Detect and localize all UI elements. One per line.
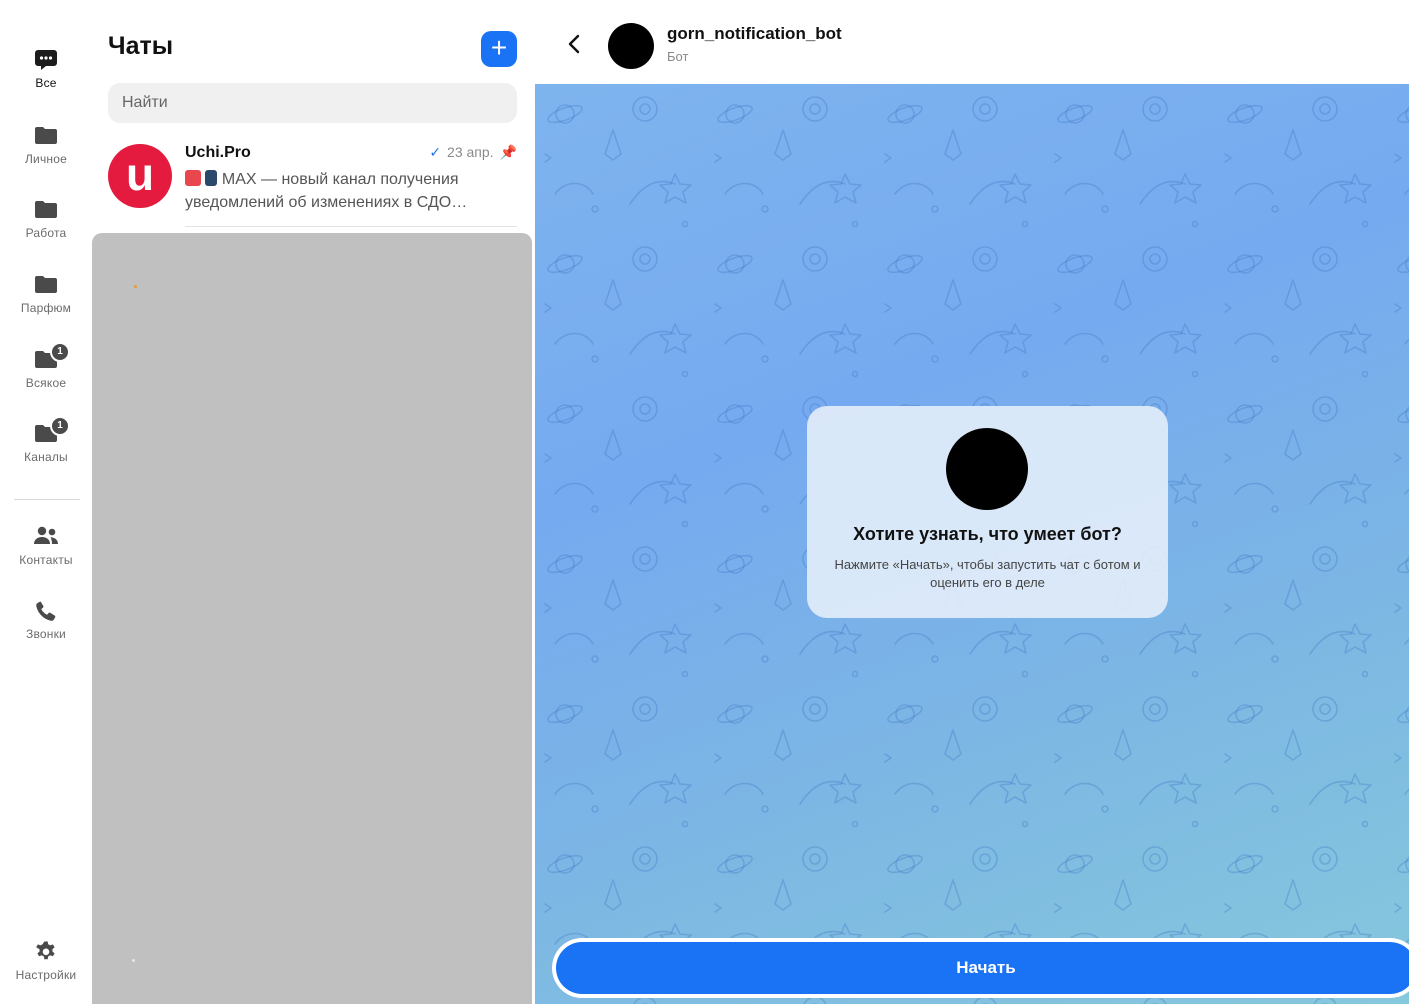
phone-icon bbox=[0, 599, 92, 625]
divider bbox=[185, 226, 517, 227]
chevron-left-icon bbox=[568, 34, 580, 54]
rail-item-settings[interactable]: Настройки bbox=[0, 940, 92, 982]
intro-text: Нажмите «Начать», чтобы запустить чат с … bbox=[834, 557, 1141, 590]
chat-list-item[interactable]: u Uchi.Pro ✓ 23 апр. 📌 MAX — новый канал п… bbox=[92, 130, 535, 226]
rail-item-contacts[interactable]: Контакты bbox=[0, 525, 92, 567]
folder-icon bbox=[0, 198, 92, 224]
rail-item-misc[interactable]: 1 Всякое bbox=[0, 342, 92, 390]
bot-intro-card: Хотите узнать, что умеет бот? Нажмите «Н… bbox=[807, 406, 1168, 618]
avatar: u bbox=[108, 144, 172, 208]
rail-label: Контакты bbox=[19, 553, 73, 567]
page-title: Чаты bbox=[108, 32, 174, 60]
chat-meta: ✓ 23 апр. 📌 bbox=[429, 144, 517, 161]
unread-badge: 1 bbox=[50, 342, 70, 362]
conversation-subtitle: Бот bbox=[667, 49, 689, 64]
rail-item-personal[interactable]: Личное bbox=[0, 124, 92, 166]
pin-icon: 📌 bbox=[499, 144, 517, 160]
rail-item-work[interactable]: Работа bbox=[0, 198, 92, 240]
rail-label: Каналы bbox=[24, 450, 68, 464]
rail-item-all[interactable]: Все bbox=[0, 48, 92, 90]
chat-name: Uchi.Pro bbox=[185, 144, 251, 161]
new-chat-button[interactable]: + bbox=[481, 31, 517, 67]
redacted-chat-list bbox=[92, 233, 532, 1004]
avatar[interactable] bbox=[608, 23, 654, 69]
chat-date: 23 апр. bbox=[447, 144, 494, 160]
chat-preview: MAX — новый канал получения уведомлений … bbox=[185, 168, 505, 214]
chat-preview-text: MAX — новый канал получения уведомлений … bbox=[185, 171, 468, 211]
rail-item-perfume[interactable]: Парфюм bbox=[0, 273, 92, 315]
folder-icon: 1 bbox=[0, 342, 92, 374]
rail-item-channels[interactable]: 1 Каналы bbox=[0, 416, 92, 464]
back-button[interactable] bbox=[563, 32, 587, 56]
contacts-icon bbox=[0, 525, 92, 551]
rail-label: Все bbox=[35, 76, 57, 90]
noise-dot bbox=[134, 285, 137, 288]
chat-list-panel: Чаты + u Uchi.Pro ✓ 23 апр. 📌 MAX — новый … bbox=[92, 0, 535, 1004]
avatar bbox=[946, 428, 1028, 510]
rail-label: Личное bbox=[24, 152, 67, 166]
folder-icon bbox=[0, 273, 92, 299]
conversation-header: gorn_notification_bot Бот bbox=[535, 0, 1409, 84]
phone-emoji-icon bbox=[205, 170, 218, 186]
intro-title: Хотите узнать, что умеет бот? bbox=[853, 524, 1122, 544]
chat-background: Хотите узнать, что умеет бот? Нажмите «Н… bbox=[535, 84, 1409, 1004]
rail-divider bbox=[14, 499, 80, 500]
unread-badge: 1 bbox=[50, 416, 70, 436]
gift-emoji-icon bbox=[185, 170, 201, 186]
start-button[interactable]: Начать bbox=[556, 942, 1409, 994]
rail-label: Настройки bbox=[15, 968, 77, 982]
rail-item-calls[interactable]: Звонки bbox=[0, 599, 92, 641]
read-check-icon: ✓ bbox=[429, 144, 442, 160]
rail-label: Звонки bbox=[26, 627, 66, 641]
rail-label: Всякое bbox=[25, 376, 67, 390]
rail-label: Парфюм bbox=[20, 301, 72, 315]
folder-rail: Все Личное Работа Парфюм 1 Всякое 1 Кана… bbox=[0, 0, 92, 1004]
search-input[interactable] bbox=[108, 83, 517, 123]
noise-dot bbox=[132, 959, 135, 962]
rail-label: Работа bbox=[25, 226, 67, 240]
conversation-pane: gorn_notification_bot Бот Хотите узнать,… bbox=[535, 0, 1409, 1004]
conversation-title[interactable]: gorn_notification_bot bbox=[667, 24, 842, 44]
gear-icon bbox=[0, 940, 92, 966]
folder-icon bbox=[0, 124, 92, 150]
folder-icon: 1 bbox=[0, 416, 92, 448]
chat-bubble-icon bbox=[0, 48, 92, 74]
